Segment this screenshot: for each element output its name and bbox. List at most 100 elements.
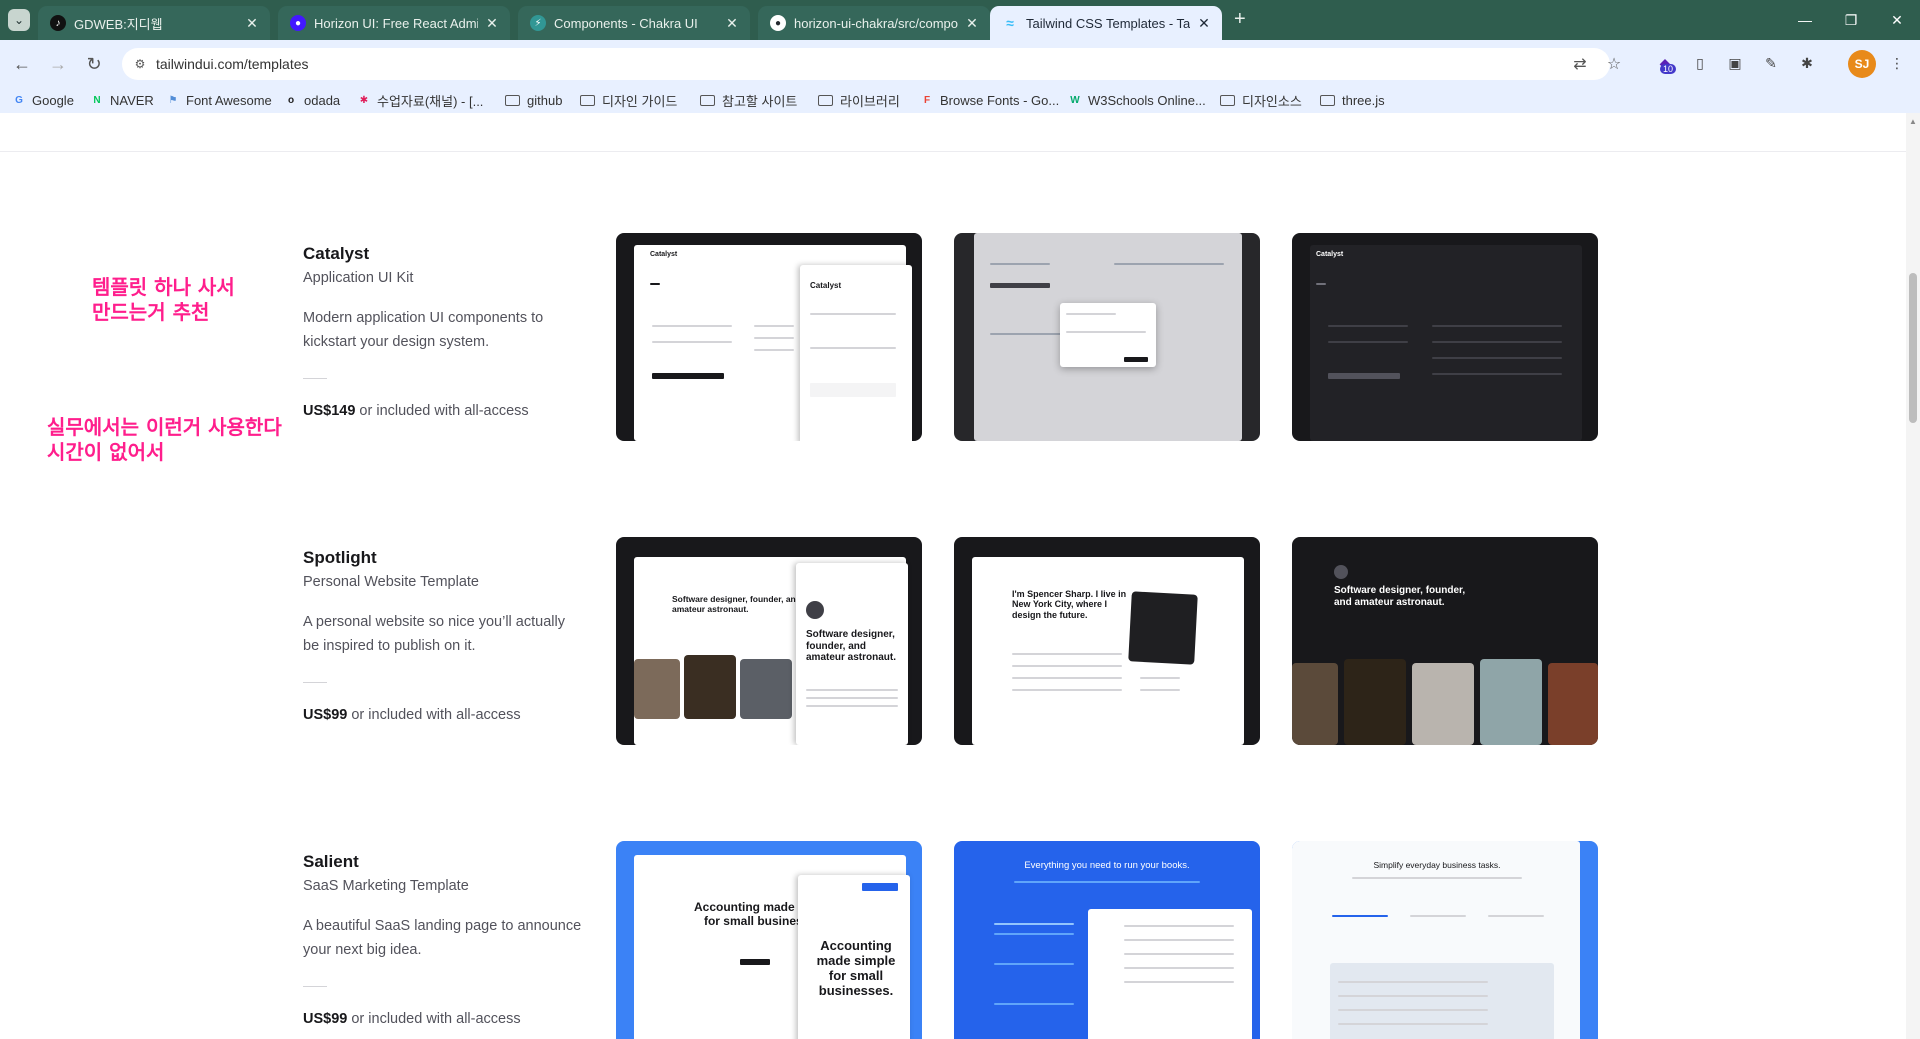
preview-logo: Catalyst xyxy=(810,281,842,290)
close-icon[interactable]: ✕ xyxy=(724,15,740,32)
thumbnail-spotlight-2[interactable]: I'm Spencer Sharp. I live in New York Ci… xyxy=(954,537,1260,745)
thumbnail-catalyst-1[interactable]: Catalyst Catalyst xyxy=(616,233,922,441)
thumbnail-catalyst-2[interactable] xyxy=(954,233,1260,441)
bookmark-item[interactable]: o odada xyxy=(284,91,340,109)
browser-tab-gdweb[interactable]: ♪ GDWEB:지디웹 ✕ xyxy=(38,6,270,40)
preview-photo xyxy=(634,659,680,719)
browser-tab-github[interactable]: ● horizon-ui-chakra/src/compon ✕ xyxy=(758,6,990,40)
product-price: US$99 or included with all-access xyxy=(303,707,583,723)
bookmark-item[interactable]: F Browse Fonts - Go... xyxy=(920,91,1059,109)
preview-line xyxy=(1012,653,1122,655)
product-description: A personal website so nice you’ll actual… xyxy=(303,614,565,654)
screenshot-extension-icon[interactable]: ▣ xyxy=(1724,52,1746,74)
preview-photo xyxy=(1292,663,1338,745)
price-amount: US$149 xyxy=(303,403,356,419)
close-icon[interactable]: ✕ xyxy=(1196,15,1212,32)
preview-headline: I'm Spencer Sharp. I live in New York Ci… xyxy=(1012,589,1127,620)
thumbnail-salient-2[interactable]: Everything you need to run your books. xyxy=(954,841,1260,1039)
tab-search-button[interactable]: ⌄ xyxy=(8,9,30,31)
folder-icon xyxy=(505,94,520,106)
bookmark-label: Browse Fonts - Go... xyxy=(940,92,1060,108)
thumbnail-salient-1[interactable]: Accounting made simple for small busines… xyxy=(616,841,922,1039)
preview-line xyxy=(1124,981,1234,983)
bookmark-folder[interactable]: three.js xyxy=(1320,91,1385,109)
reload-button[interactable]: ↻ xyxy=(80,50,108,78)
product-name[interactable]: Spotlight xyxy=(303,548,583,568)
preview-line xyxy=(990,263,1050,265)
preview-line xyxy=(1410,915,1466,917)
product-subtitle: Personal Website Template xyxy=(303,574,479,590)
tiktok-icon: ♪ xyxy=(50,15,66,31)
new-tab-button[interactable]: + xyxy=(1234,8,1246,31)
bookmark-item[interactable]: N NAVER xyxy=(90,91,154,109)
close-icon[interactable]: ✕ xyxy=(964,15,980,32)
note-line: 실무에서는 이런거 사용한다 xyxy=(47,415,282,439)
bookmark-item[interactable]: W W3Schools Online... xyxy=(1068,91,1206,109)
avatar[interactable]: SJ xyxy=(1848,50,1876,78)
preview-avatar xyxy=(806,601,824,619)
note-line: 시간이 없어서 xyxy=(47,440,165,464)
color-picker-icon[interactable]: ✎ xyxy=(1760,52,1782,74)
browser-tab-chakra[interactable]: ⚡ Components - Chakra UI ✕ xyxy=(518,6,750,40)
preview-line xyxy=(652,341,732,343)
browser-tab-horizon[interactable]: ● Horizon UI: Free React Admin ✕ xyxy=(278,6,510,40)
close-icon[interactable]: ✕ xyxy=(244,15,260,32)
bookmark-label: Font Awesome xyxy=(186,92,272,108)
preview-line xyxy=(1328,341,1408,343)
close-icon[interactable]: ✕ xyxy=(484,15,500,32)
bookmark-item[interactable]: ⚑ Font Awesome xyxy=(166,91,272,109)
close-window-button[interactable]: ✕ xyxy=(1874,0,1920,40)
bookmark-label: three.js xyxy=(1342,92,1385,108)
bookmark-folder[interactable]: 디자인소스 xyxy=(1220,91,1302,109)
product-salient[interactable]: Salient SaaS Marketing Template A beauti… xyxy=(303,852,583,1027)
preview-line xyxy=(754,337,794,339)
reading-list-icon[interactable]: ▯ xyxy=(1689,52,1711,74)
bookmark-item[interactable]: G Google xyxy=(12,91,74,109)
translate-icon[interactable]: ⇄ xyxy=(1570,54,1590,74)
browser-tab-strip: ⌄ ♪ GDWEB:지디웹 ✕ ● Horizon UI: Free React… xyxy=(0,0,1920,40)
browser-tab-tailwind[interactable]: ≈ Tailwind CSS Templates - Tailw ✕ xyxy=(990,6,1222,40)
site-favicon-icon: o xyxy=(287,94,295,106)
thumbnail-catalyst-3[interactable]: Catalyst xyxy=(1292,233,1598,441)
url-text: tailwindui.com/templates xyxy=(156,56,309,72)
bookmark-folder[interactable]: 디자인 가이드 xyxy=(580,91,677,109)
puzzle-icon[interactable]: ✱ xyxy=(1796,52,1818,74)
thumbnail-spotlight-1[interactable]: Software designer, founder, and amateur … xyxy=(616,537,922,745)
bookmark-star-icon[interactable]: ☆ xyxy=(1604,54,1624,74)
product-spotlight[interactable]: Spotlight Personal Website Template A pe… xyxy=(303,548,583,723)
preview-line xyxy=(1338,995,1488,997)
scrollbar-thumb[interactable] xyxy=(1909,273,1917,423)
bookmark-folder[interactable]: 라이브러리 xyxy=(818,91,900,109)
back-button[interactable]: ← xyxy=(8,50,36,78)
bookmark-folder[interactable]: 참고할 사이트 xyxy=(700,91,797,109)
scroll-up-icon[interactable]: ▲ xyxy=(1909,117,1917,126)
forward-button[interactable]: → xyxy=(44,50,72,78)
thumbnail-spotlight-3[interactable]: Software designer, founder, and amateur … xyxy=(1292,537,1598,745)
thumbnail-salient-3[interactable]: Simplify everyday business tasks. xyxy=(1292,841,1598,1039)
horizon-icon: ● xyxy=(290,15,306,31)
preview-line xyxy=(1066,313,1116,315)
minimize-button[interactable]: — xyxy=(1782,0,1828,40)
product-catalyst[interactable]: Catalyst Application UI Kit Modern appli… xyxy=(303,244,583,419)
preview-line xyxy=(1338,1009,1488,1011)
preview-headline: Everything you need to run your books. xyxy=(1024,860,1190,871)
product-price: US$99 or included with all-access xyxy=(303,1011,583,1027)
preview-line xyxy=(994,933,1074,935)
restore-button[interactable]: ❐ xyxy=(1828,0,1874,40)
bookmark-label: github xyxy=(527,92,563,108)
bookmark-label: 디자인소스 xyxy=(1242,93,1302,109)
close-icon: ✕ xyxy=(1891,11,1903,28)
site-info-icon[interactable]: ⚙ xyxy=(132,56,148,72)
divider xyxy=(0,151,1906,152)
more-menu-icon[interactable]: ⋮ xyxy=(1886,52,1908,74)
bookmark-folder[interactable]: github xyxy=(505,91,562,109)
address-bar[interactable]: ⚙ tailwindui.com/templates xyxy=(122,48,1610,80)
product-name[interactable]: Salient xyxy=(303,852,583,872)
preview-photo xyxy=(684,655,736,719)
bookmark-label: NAVER xyxy=(110,92,154,108)
preview-line xyxy=(1332,915,1388,917)
bookmark-item[interactable]: ✱ 수업자료(채널) - [... xyxy=(357,91,484,109)
vertical-scrollbar[interactable]: ▲ xyxy=(1906,113,1920,1039)
annotation-note: 실무에서는 이런거 사용한다 시간이 없어서 xyxy=(47,415,282,465)
product-name[interactable]: Catalyst xyxy=(303,244,583,264)
